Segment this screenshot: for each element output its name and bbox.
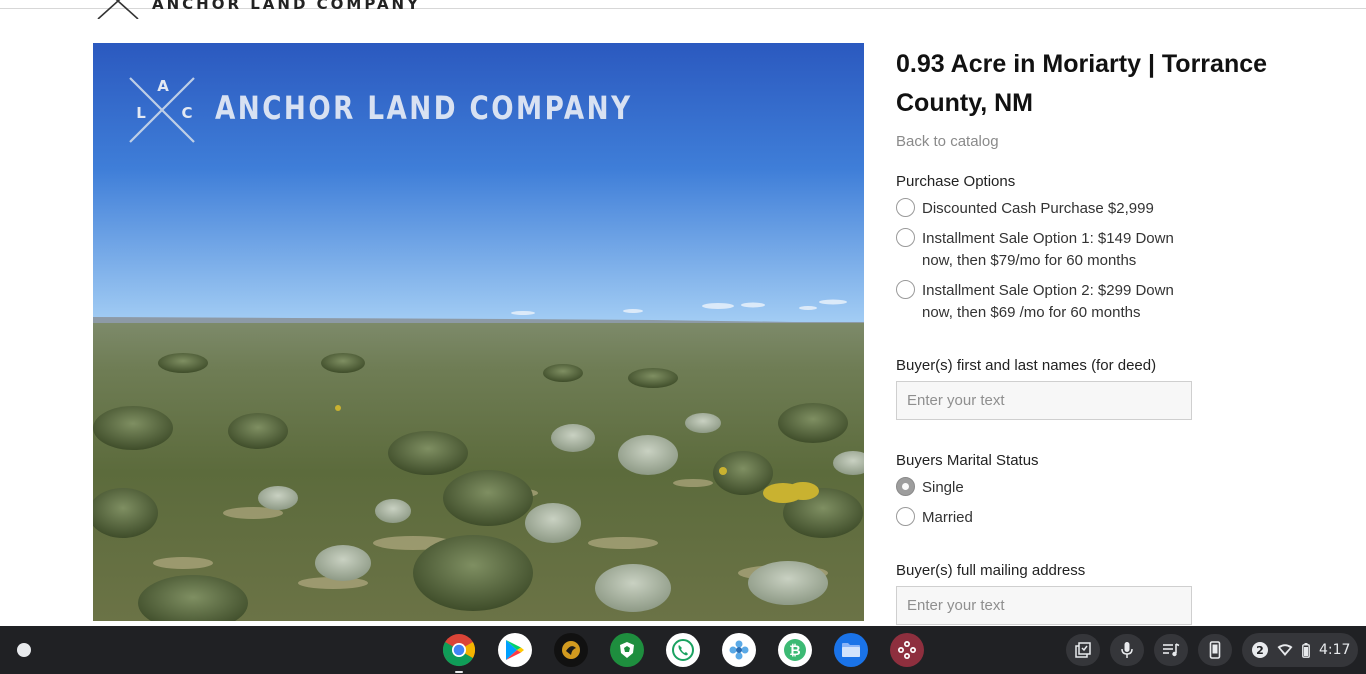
bird-app-icon[interactable] xyxy=(554,633,588,667)
back-to-catalog-link[interactable]: Back to catalog xyxy=(896,133,1316,150)
microphone-icon[interactable] xyxy=(1110,634,1144,666)
notification-count-badge: 2 xyxy=(1252,642,1268,658)
purchase-option-installment-1[interactable]: Installment Sale Option 1: $149 Down now… xyxy=(896,228,1316,272)
header-brand-name: ANCHOR LAND COMPANY xyxy=(152,0,421,13)
playlist-icon[interactable] xyxy=(1154,634,1188,666)
purchase-option-radio[interactable] xyxy=(896,280,915,299)
os-shelf: ₿ 2 4:17 xyxy=(0,626,1366,674)
clock: 4:17 xyxy=(1319,642,1351,658)
purchase-option-radio[interactable] xyxy=(896,198,915,217)
gear-flower-icon[interactable] xyxy=(722,633,756,667)
chrome-icon[interactable] xyxy=(442,633,476,673)
files-icon[interactable] xyxy=(834,633,868,667)
purchase-option-label: Discounted Cash Purchase $2,999 xyxy=(922,200,1154,217)
purchase-option-radio[interactable] xyxy=(896,228,915,247)
wifi-icon xyxy=(1277,643,1293,656)
gamepad-icon[interactable] xyxy=(890,633,924,667)
shelf-apps: ₿ xyxy=(442,633,924,673)
hero-logo-letter-c: C xyxy=(181,104,192,122)
screen-capture-icon[interactable] xyxy=(1066,634,1100,666)
purchase-option-label: Installment Sale Option 1: $149 Down now… xyxy=(922,230,1174,269)
status-area[interactable]: 2 4:17 xyxy=(1242,633,1358,667)
marital-option-label: Married xyxy=(922,509,973,526)
hero-brand-text: ANCHOR LAND COMPANY xyxy=(215,89,633,127)
property-photo: A L C ANCHOR LAND COMPANY xyxy=(93,43,864,621)
logo-x-icon xyxy=(97,0,139,19)
marital-status-label: Buyers Marital Status xyxy=(896,452,1039,469)
purchase-option-cash[interactable]: Discounted Cash Purchase $2,999 xyxy=(896,198,1316,220)
purchase-options-label: Purchase Options xyxy=(896,173,1016,190)
marital-radio[interactable] xyxy=(896,507,915,526)
play-store-icon[interactable] xyxy=(498,633,532,667)
header-logo[interactable]: ANCHOR LAND COMPANY xyxy=(96,0,418,19)
marital-option-married[interactable]: Married xyxy=(896,507,1316,529)
svg-text:₿: ₿ xyxy=(789,643,800,659)
marital-option-label: Single xyxy=(922,479,964,496)
buyer-names-input[interactable] xyxy=(896,381,1192,420)
shield-turtle-icon[interactable] xyxy=(610,633,644,667)
purchase-option-label: Installment Sale Option 2: $299 Down now… xyxy=(922,282,1174,321)
web-page: ANCHOR LAND COMPANY A L C ANCHOR LAND CO… xyxy=(0,0,1366,626)
hero-logo-letter-l: L xyxy=(136,104,146,122)
mailing-address-label: Buyer(s) full mailing address xyxy=(896,562,1086,579)
marital-option-single[interactable]: Single xyxy=(896,477,1316,499)
bitcoin-icon[interactable]: ₿ xyxy=(778,633,812,667)
active-app-indicator xyxy=(455,671,463,673)
product-title: 0.93 Acre in Moriarty | Torrance County,… xyxy=(896,50,1268,117)
battery-icon xyxy=(1302,642,1310,658)
product-panel: 0.93 Acre in Moriarty | Torrance County,… xyxy=(896,45,1316,625)
purchase-option-installment-2[interactable]: Installment Sale Option 2: $299 Down now… xyxy=(896,280,1316,324)
hero-logo-letter-a: A xyxy=(157,77,169,95)
buyer-names-label: Buyer(s) first and last names (for deed) xyxy=(896,357,1157,374)
launcher-button[interactable] xyxy=(8,634,40,666)
phone-hub-icon[interactable] xyxy=(1198,634,1232,666)
phone-icon[interactable] xyxy=(666,633,700,667)
mailing-address-input[interactable] xyxy=(896,586,1192,625)
marital-radio-selected[interactable] xyxy=(896,477,915,496)
